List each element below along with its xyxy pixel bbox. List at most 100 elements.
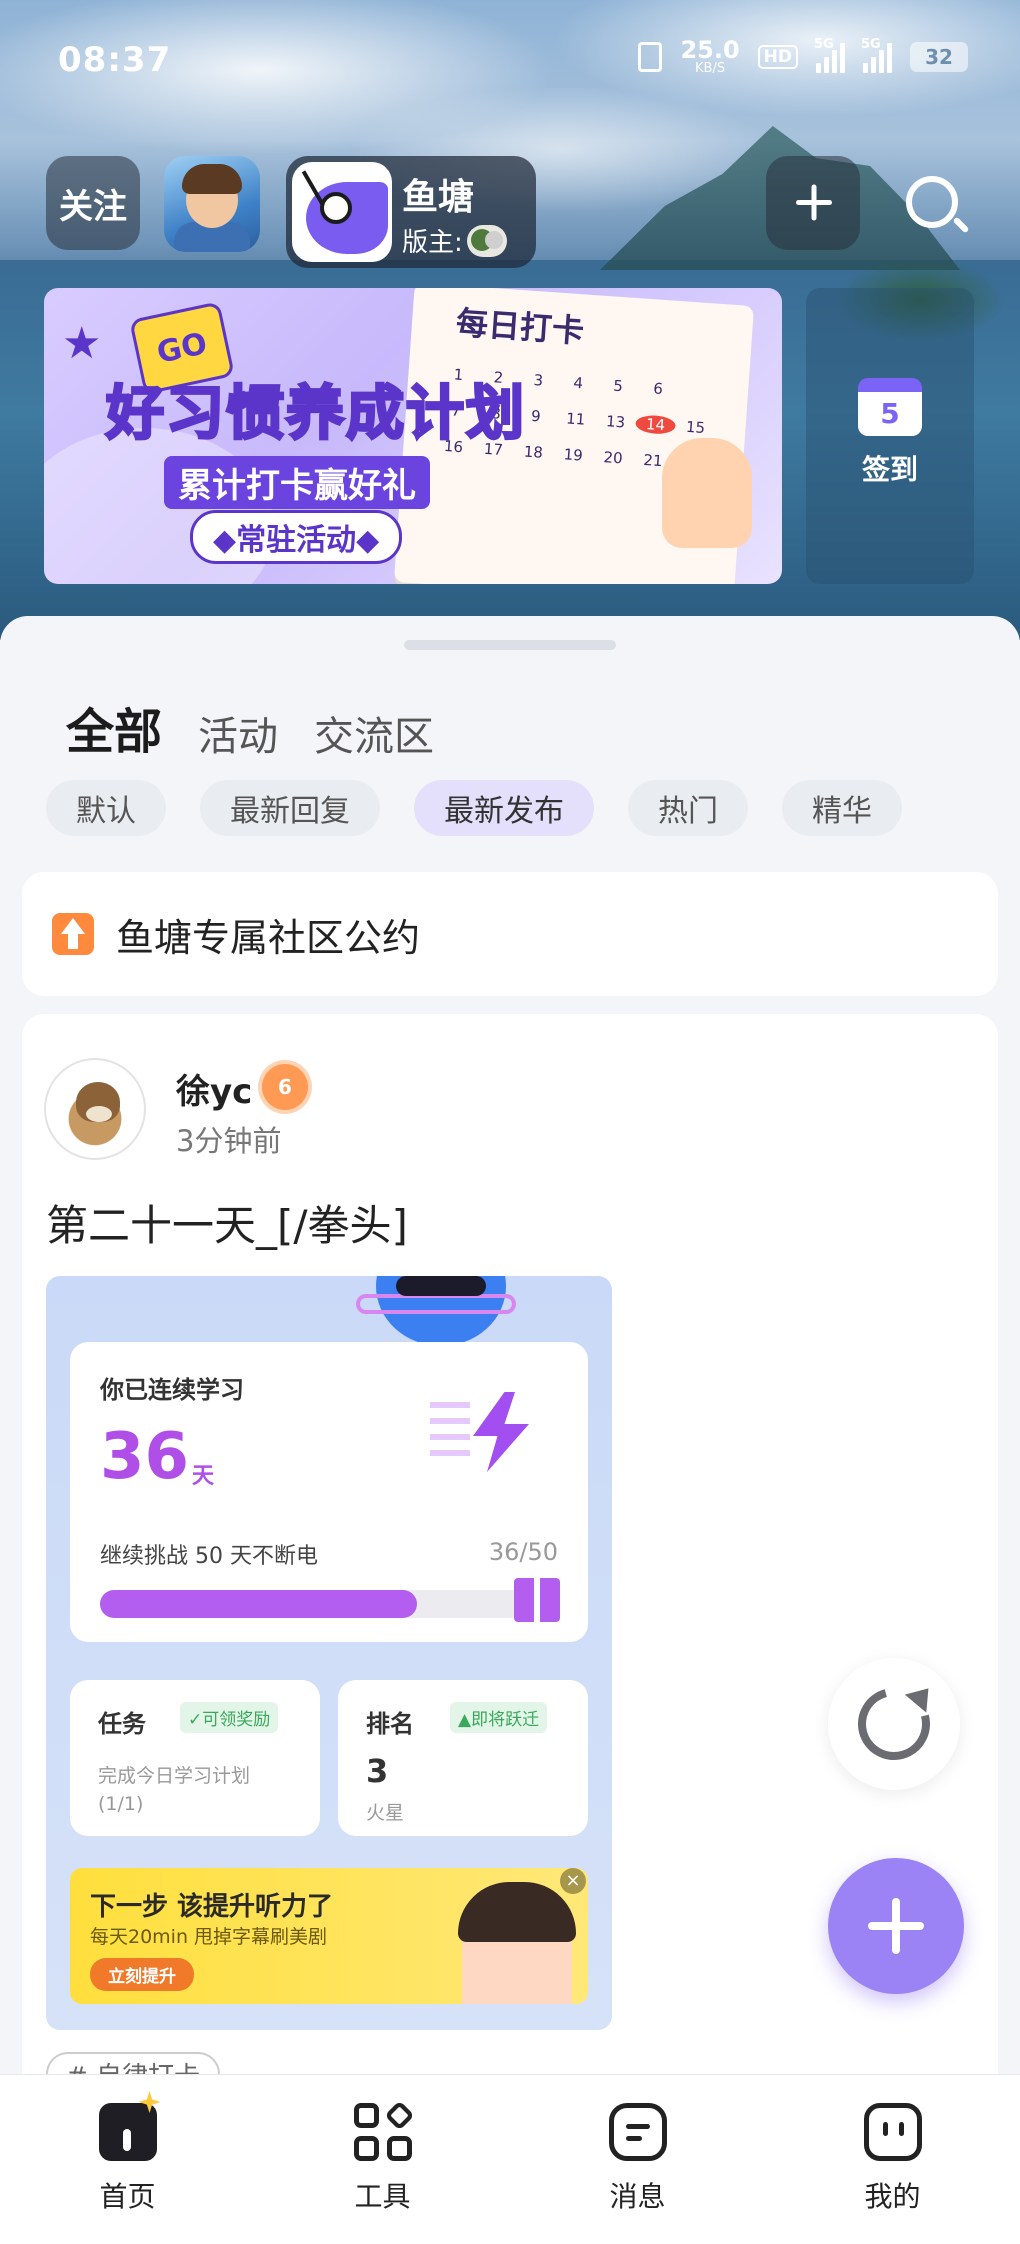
rank-card: 排名 ▲即将跃迁 3 火星 — [338, 1680, 588, 1836]
create-post-button[interactable] — [828, 1858, 964, 1994]
post-time: 3分钟前 — [176, 1124, 282, 1158]
nav-tools-label: 工具 — [354, 2180, 411, 2213]
rank-value: 3 — [366, 1752, 389, 1790]
banner-subtitle: 累计打卡赢好礼 — [164, 456, 430, 509]
status-bar: 08:37 25.0 KB/S HD 5G 5G 32 — [0, 28, 1020, 88]
current-group-card[interactable]: 鱼塘 版主: — [286, 156, 536, 268]
task-desc-line2: (1/1) — [98, 1793, 144, 1815]
status-time: 08:37 — [58, 40, 172, 80]
hd-icon: HD — [757, 44, 798, 69]
signal-icon: 5G — [814, 37, 845, 73]
tab-discussion[interactable]: 交流区 — [314, 704, 434, 762]
refresh-button[interactable] — [828, 1658, 960, 1790]
calendar-day: 4 — [572, 373, 584, 393]
signal-icon-2: 5G — [861, 37, 892, 73]
category-tabs: 全部 活动 交流区 — [66, 692, 434, 762]
banner-title: 好习惯养成计划 — [104, 378, 527, 449]
status-icons: 25.0 KB/S HD 5G 5G 32 — [638, 37, 968, 75]
follow-button[interactable]: 关注 — [46, 156, 140, 250]
notice-text: 鱼塘专属社区公约 — [116, 915, 421, 960]
content-sheet: 全部 活动 交流区 默认 最新回复 最新发布 热门 精华 鱼塘专属社区公约 徐y… — [0, 616, 1020, 2244]
nav-messages-label: 消息 — [609, 2180, 666, 2213]
post-card[interactable]: 徐yc 6 3分钟前 第二十一天_[/拳头] 你已连续学习 36 天 继续挑战 … — [22, 1014, 998, 2244]
vibrate-icon — [638, 41, 663, 72]
calendar-title: 每日打卡 — [454, 303, 586, 351]
task-desc-line1: 完成今日学习计划 — [98, 1765, 251, 1787]
calendar-day: 19 — [563, 445, 584, 465]
post-image[interactable]: 你已连续学习 36 天 继续挑战 50 天不断电 36/50 任务 ✓可领奖励 … — [46, 1276, 612, 2030]
rank-sub: 火星 — [366, 1802, 405, 1824]
ad-button: 立刻提升 — [90, 1958, 194, 1991]
streak-heading: 你已连续学习 — [100, 1376, 244, 1404]
streak-days: 36 — [100, 1420, 190, 1494]
calendar-day: 6 — [652, 379, 664, 399]
signal-label-2: 5G — [861, 36, 881, 52]
sort-filters: 默认 最新回复 最新发布 热门 精华 — [46, 780, 902, 836]
group-logo — [292, 162, 392, 262]
filter-default[interactable]: 默认 — [46, 780, 166, 836]
calendar-day: 11 — [565, 409, 586, 429]
close-icon: × — [560, 1868, 586, 1894]
banner-tag: ◆常驻活动◆ — [190, 510, 403, 564]
moderator-label: 版主: — [402, 228, 463, 258]
rank-badge: ▲即将跃迁 — [450, 1702, 548, 1733]
profile-icon — [863, 2103, 922, 2161]
calendar-day: 5 — [612, 376, 624, 396]
streak-unit: 天 — [192, 1464, 215, 1489]
post-username[interactable]: 徐yc — [176, 1064, 252, 1113]
signal-label: 5G — [814, 36, 834, 52]
group-name: 鱼塘 — [402, 177, 475, 218]
pinned-notice[interactable]: 鱼塘专属社区公约 — [22, 872, 998, 996]
nav-messages[interactable]: 消息 — [510, 2075, 765, 2244]
post-title: 第二十一天_[/拳头] — [46, 1201, 408, 1250]
filter-latest-reply[interactable]: 最新回复 — [200, 780, 380, 836]
moderator-avatar[interactable] — [466, 224, 507, 257]
add-button[interactable] — [766, 156, 860, 250]
filter-latest-post[interactable]: 最新发布 — [414, 780, 594, 836]
streak-card: 你已连续学习 36 天 继续挑战 50 天不断电 36/50 — [70, 1342, 588, 1642]
task-card: 任务 ✓可领奖励 完成今日学习计划 (1/1) — [70, 1680, 320, 1836]
battery-icon: 32 — [910, 41, 968, 72]
calendar-day — [677, 381, 718, 402]
progress-bar — [100, 1590, 540, 1618]
nav-profile[interactable]: 我的 — [765, 2075, 1020, 2244]
user-avatar[interactable] — [44, 1058, 146, 1160]
network-speed: 25.0 KB/S — [680, 38, 739, 75]
sheet-drag-handle[interactable] — [404, 640, 616, 650]
listening-ad: 下一步 该提升听力了 每天20min 甩掉字幕刷美剧 立刻提升 × — [70, 1868, 588, 2004]
star-icon: ★ — [62, 318, 102, 369]
signin-button[interactable]: 5 签到 — [806, 288, 974, 584]
followed-community-avatar[interactable] — [164, 156, 260, 252]
progress-ratio: 36/50 — [488, 1538, 558, 1566]
challenge-text: 继续挑战 50 天不断电 — [100, 1544, 318, 1569]
task-heading: 任务 — [98, 1710, 146, 1738]
filter-hot[interactable]: 热门 — [628, 780, 748, 836]
task-badge: ✓可领奖励 — [180, 1702, 279, 1733]
ad-subtitle: 每天20min 甩掉字幕刷美剧 — [90, 1926, 328, 1948]
nav-home[interactable]: 首页 — [0, 2075, 255, 2244]
filter-featured[interactable]: 精华 — [782, 780, 902, 836]
search-icon[interactable] — [900, 170, 970, 240]
network-speed-unit: KB/S — [695, 61, 726, 76]
activity-banner[interactable]: ★ GO 每日打卡 1 2 3 4 5 6 7 8 9 11 13 14 15 16 17 18 19 20 21 … — [44, 288, 782, 584]
ad-title: 下一步 该提升听力了 — [90, 1892, 334, 1922]
tab-all[interactable]: 全部 — [66, 692, 162, 762]
message-icon — [608, 2103, 667, 2161]
task-desc: 完成今日学习计划 (1/1) — [98, 1762, 250, 1818]
progress-bar-fill — [100, 1590, 417, 1618]
calendar-day: 20 — [602, 448, 624, 468]
home-icon — [98, 2091, 161, 2161]
gift-icon — [514, 1578, 560, 1622]
pin-up-icon — [52, 913, 94, 955]
tools-icon — [353, 2100, 415, 2161]
bottom-navigation: 首页 工具 消息 我的 — [0, 2074, 1020, 2244]
calendar-icon: 5 — [858, 378, 922, 436]
calendar-day: 13 — [605, 412, 626, 432]
level-badge: 6 — [262, 1064, 308, 1110]
rank-heading: 排名 — [366, 1710, 414, 1738]
group-moderator: 版主: — [402, 222, 507, 259]
tab-activity[interactable]: 活动 — [198, 704, 278, 762]
network-speed-value: 25.0 — [680, 36, 740, 64]
nav-tools[interactable]: 工具 — [255, 2075, 510, 2244]
calendar-day: 15 — [685, 417, 706, 438]
